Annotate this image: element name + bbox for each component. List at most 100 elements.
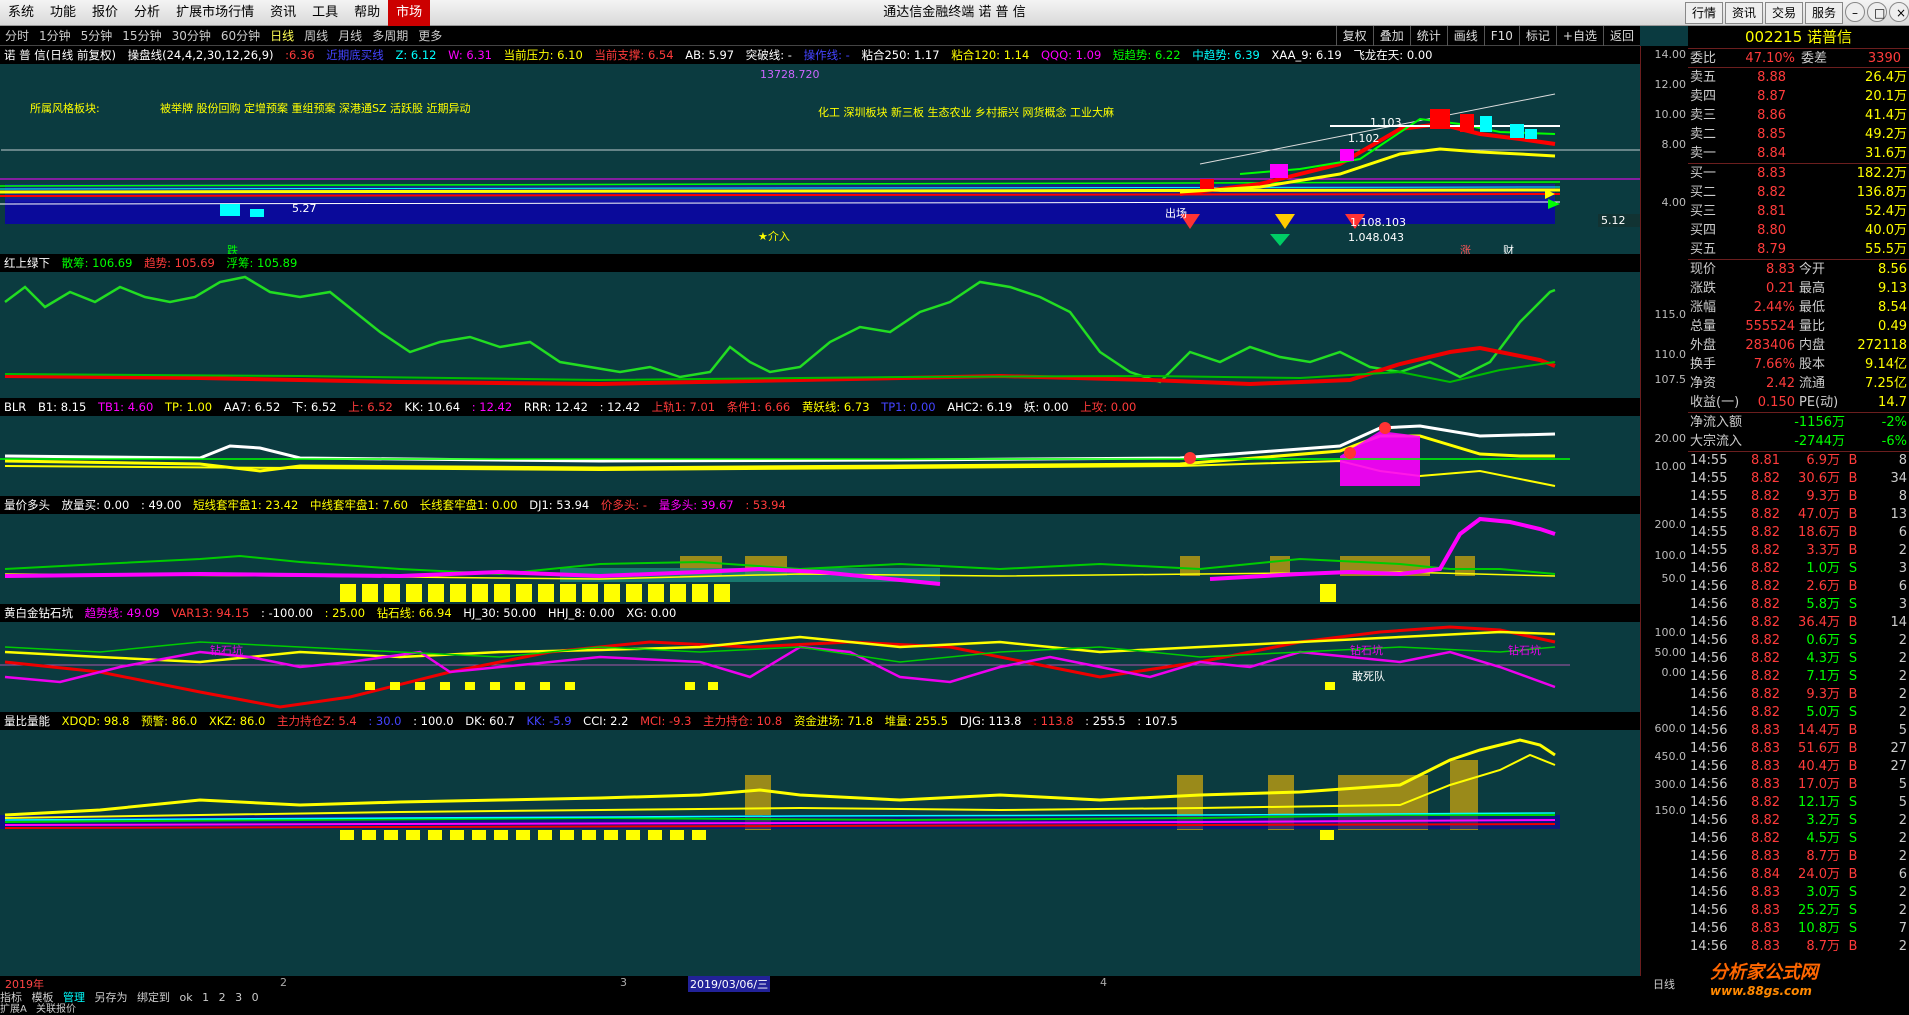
tick-volume: 40.4万 bbox=[1798, 759, 1840, 774]
tick-side: S bbox=[1848, 831, 1858, 846]
order-price: 8.86 bbox=[1757, 108, 1787, 123]
menu-system[interactable]: 系统 bbox=[0, 0, 42, 26]
menu-help[interactable]: 帮助 bbox=[346, 0, 388, 26]
tab-kuozhan[interactable]: 扩展A bbox=[0, 1004, 27, 1015]
close-icon[interactable]: × bbox=[1889, 2, 1909, 22]
tick-time: 14:56 bbox=[1690, 885, 1728, 900]
y-label: 100.0 bbox=[1654, 626, 1687, 639]
minimize-icon[interactable]: – bbox=[1845, 2, 1865, 22]
tick-row: 14:56 8.82 1.0万 S 3 bbox=[1688, 560, 1909, 578]
menu-quote[interactable]: 报价 bbox=[84, 0, 126, 26]
watermark-url: www.88gs.com bbox=[1710, 984, 1812, 998]
main-kline-chart[interactable]: 所属风格板块: 被举牌 股份回购 定增预案 重组预案 深港通SZ 活跃股 近期异… bbox=[0, 64, 1640, 254]
entry-marker: ★介入 bbox=[758, 230, 790, 243]
tab-bangdingdao[interactable]: 绑定到 bbox=[137, 991, 170, 1004]
menu-ext-market[interactable]: 扩展市场行情 bbox=[168, 0, 262, 26]
hslv-chart[interactable] bbox=[0, 272, 1640, 398]
tick-time: 14:56 bbox=[1690, 849, 1728, 864]
tool-fanhui[interactable]: 返回 bbox=[1602, 26, 1640, 46]
blr-chart[interactable] bbox=[0, 416, 1640, 496]
tab-guanlian[interactable]: 关联报价 bbox=[36, 1004, 76, 1015]
tick-count: 13 bbox=[1890, 507, 1907, 522]
period-month[interactable]: 月线 bbox=[333, 27, 367, 44]
tool-biaoji[interactable]: 标记 bbox=[1518, 26, 1556, 46]
dare-squad-label: 敢死队 bbox=[1352, 669, 1385, 683]
tick-row: 14:55 8.82 30.6万 B 34 bbox=[1688, 470, 1909, 488]
indicator-value: TP1: 0.00 bbox=[881, 400, 936, 414]
tool-huaxian[interactable]: 画线 bbox=[1446, 26, 1484, 46]
period-fenshi[interactable]: 分时 bbox=[0, 27, 34, 44]
period-more[interactable]: 更多 bbox=[413, 27, 447, 44]
style-board-tags: 被举牌 股份回购 定增预案 重组预案 深港通SZ 活跃股 近期异动 bbox=[160, 101, 471, 115]
hbjzsk-chart[interactable]: 钻石坑 钻石坑 钻石坑 敢死队 bbox=[0, 622, 1640, 712]
period-multi[interactable]: 多周期 bbox=[367, 27, 413, 44]
indicator-value: : 12.42 bbox=[471, 400, 513, 414]
tab-3[interactable]: 3 bbox=[235, 991, 242, 1004]
tab-0[interactable]: 0 bbox=[252, 991, 259, 1004]
tick-price: 8.83 bbox=[1751, 903, 1780, 918]
period-day[interactable]: 日线 bbox=[265, 27, 299, 44]
menu-info[interactable]: 资讯 bbox=[262, 0, 304, 26]
tick-side: B bbox=[1848, 507, 1858, 522]
tick-count: 2 bbox=[1898, 633, 1907, 648]
period-5min[interactable]: 5分钟 bbox=[76, 27, 118, 44]
restore-icon[interactable]: □ bbox=[1867, 2, 1887, 22]
indicator-value: 短趋势: 6.22 bbox=[1112, 48, 1181, 62]
period-30min[interactable]: 30分钟 bbox=[167, 27, 216, 44]
tick-side: S bbox=[1848, 921, 1858, 936]
period-1min[interactable]: 1分钟 bbox=[34, 27, 76, 44]
indicator-value: :6.36 bbox=[285, 48, 315, 62]
tab-ok[interactable]: ok bbox=[180, 991, 193, 1004]
period-60min[interactable]: 60分钟 bbox=[216, 27, 265, 44]
btn-fuwu[interactable]: 服务 bbox=[1804, 2, 1843, 24]
btn-hangqing[interactable]: 行情 bbox=[1684, 2, 1723, 24]
stat-label: 最低 bbox=[1799, 300, 1826, 315]
btn-jiaoyi[interactable]: 交易 bbox=[1764, 2, 1803, 24]
stat-value: 9.13 bbox=[1878, 281, 1907, 296]
menu-market[interactable]: 市场 bbox=[388, 0, 431, 26]
menu-function[interactable]: 功能 bbox=[42, 0, 84, 26]
tool-tongji[interactable]: 统计 bbox=[1409, 26, 1447, 46]
order-label: 买四 bbox=[1690, 223, 1717, 238]
tab-guanli[interactable]: 管理 bbox=[63, 991, 85, 1004]
tick-side: S bbox=[1848, 903, 1858, 918]
stat-label: 涨跌 bbox=[1690, 281, 1717, 296]
order-volume: 40.0万 bbox=[1865, 223, 1907, 238]
btn-zixun[interactable]: 资讯 bbox=[1724, 2, 1763, 24]
chart-area[interactable]: 诺 普 信(日线 前复权) 操盘线(24,4,2,30,12,26,9) :6.… bbox=[0, 46, 1640, 976]
stat-value: 0.150 bbox=[1757, 395, 1795, 410]
tool-fuquan[interactable]: 复权 bbox=[1335, 26, 1373, 46]
period-15min[interactable]: 15分钟 bbox=[117, 27, 166, 44]
finance-marker: 财 bbox=[1503, 243, 1514, 254]
tick-count: 3 bbox=[1898, 597, 1907, 612]
indicator-value: : 25.00 bbox=[324, 606, 366, 620]
tick-price: 8.84 bbox=[1751, 867, 1780, 882]
tick-row: 14:56 8.82 9.3万 B 2 bbox=[1688, 686, 1909, 704]
tick-volume: 24.0万 bbox=[1798, 867, 1840, 882]
tick-row: 14:56 8.83 40.4万 B 27 bbox=[1688, 758, 1909, 776]
tick-row: 14:56 8.82 12.1万 S 5 bbox=[1688, 794, 1909, 812]
tab-2[interactable]: 2 bbox=[219, 991, 226, 1004]
tab-lingcunwei[interactable]: 另存为 bbox=[95, 991, 128, 1004]
indicator-value: 放量买: 0.00 bbox=[61, 498, 130, 512]
indicator-value: 散筹: 106.69 bbox=[61, 256, 133, 270]
menu-tools[interactable]: 工具 bbox=[304, 0, 346, 26]
menu-analysis[interactable]: 分析 bbox=[126, 0, 168, 26]
tab-zhibiao[interactable]: 指标 bbox=[0, 991, 22, 1004]
y-label: 150.0 bbox=[1654, 804, 1687, 817]
indicator-value: 上攻: 0.00 bbox=[1080, 400, 1137, 414]
indicator-value: DJG: 113.8 bbox=[959, 714, 1022, 728]
tick-count: 5 bbox=[1898, 777, 1907, 792]
tab-moban[interactable]: 模板 bbox=[32, 991, 54, 1004]
period-week[interactable]: 周线 bbox=[299, 27, 333, 44]
tool-zixuan[interactable]: +自选 bbox=[1555, 26, 1603, 46]
indicator-value: 条件1: 6.66 bbox=[726, 400, 791, 414]
tick-list[interactable]: 14:55 8.81 6.9万 B 8 14:55 8.82 30.6万 B 34 14:55 8.8… bbox=[1688, 451, 1909, 956]
tick-row: 14:56 8.82 4.5万 S 2 bbox=[1688, 830, 1909, 848]
flow-row: 净流入额 -1156万 -2% bbox=[1688, 413, 1909, 432]
tab-1[interactable]: 1 bbox=[202, 991, 209, 1004]
tool-f10[interactable]: F10 bbox=[1483, 26, 1519, 46]
ljdt-chart[interactable] bbox=[0, 514, 1640, 604]
tool-diejia[interactable]: 叠加 bbox=[1372, 26, 1410, 46]
lbln-chart[interactable] bbox=[0, 730, 1640, 844]
